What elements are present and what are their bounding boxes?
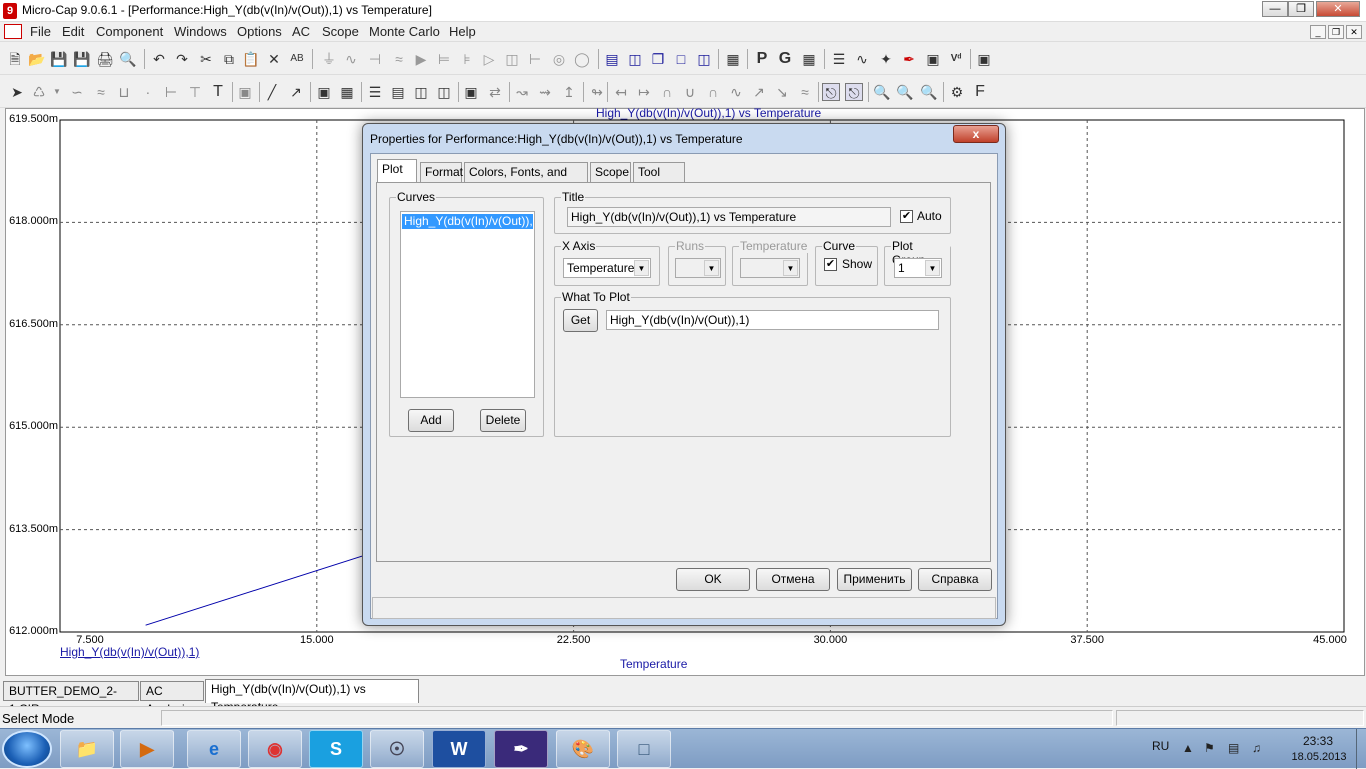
properties-dialog: Properties for Performance:High_Y(db(v(I… [362, 123, 1006, 626]
x-tick-label: 15.000 [299, 634, 334, 646]
status-field [161, 710, 1113, 726]
x-tick-label: 37.500 [1070, 634, 1105, 646]
ok-button[interactable]: OK [676, 568, 750, 591]
show-desktop-button[interactable] [1356, 729, 1366, 769]
x-axis-group-label: X Axis [561, 239, 597, 253]
start-button[interactable] [2, 730, 52, 768]
cancel-button[interactable]: Отмена [756, 568, 830, 591]
curves-group: Curves High_Y(db(v(In)/v(Out)),1) Add De… [389, 190, 544, 437]
curve-legend[interactable]: High_Y(db(v(In)/v(Out)),1) [60, 645, 199, 659]
notes-icon[interactable]: □ [617, 730, 671, 768]
document-tabs: BUTTER_DEMO_2-1.CIR AC Analysis High_Y(d… [0, 678, 1366, 716]
chevron-down-icon[interactable]: ▼ [925, 260, 940, 276]
get-button[interactable]: Get [563, 309, 598, 332]
show-checkbox[interactable]: ✔ [824, 258, 837, 271]
tab-scope[interactable]: Scope [590, 162, 631, 182]
check-icon: ✔ [825, 258, 836, 270]
volume-icon[interactable]: ♫ [1252, 741, 1261, 755]
internet-explorer-icon[interactable]: e [187, 730, 241, 768]
chrome-icon[interactable]: ◉ [248, 730, 302, 768]
x-axis-group: X Axis Temperature ▼ [554, 239, 660, 286]
status-text: Select Mode [2, 711, 75, 726]
tab-circuit[interactable]: BUTTER_DEMO_2-1.CIR [3, 681, 139, 716]
what-to-plot-group: What To Plot Get High_Y(db(v(In)/v(Out))… [554, 290, 951, 437]
auto-label: Auto [917, 209, 942, 223]
plot-tab-panel: Curves High_Y(db(v(In)/v(Out)),1) Add De… [376, 182, 991, 562]
curve-group-label: Curve [822, 239, 857, 253]
explorer-icon[interactable]: 📁 [60, 730, 114, 768]
y-tick-label: 616.500m [9, 317, 58, 330]
y-tick-label: 618.000m [9, 215, 58, 228]
dialog-title: Properties for Performance:High_Y(db(v(I… [370, 132, 743, 146]
tab-format[interactable]: Format [420, 162, 463, 182]
x-axis-title: Temperature [620, 657, 688, 671]
paint-icon[interactable]: 🎨 [556, 730, 610, 768]
network-icon[interactable]: ▤ [1228, 741, 1239, 755]
show-hidden-icons-icon[interactable]: ▲ [1182, 741, 1194, 755]
chevron-down-icon: ▼ [704, 260, 719, 276]
utility-icon[interactable]: ☉ [370, 730, 424, 768]
x-tick-label: 30.000 [813, 634, 848, 646]
title-field[interactable]: High_Y(db(v(In)/v(Out)),1) vs Temperatur… [567, 207, 891, 227]
dialog-body: Plot Format Colors, Fonts, and Lines Sco… [370, 153, 998, 619]
x-tick-label: 22.500 [556, 634, 591, 646]
x-axis-select-value: Temperature [567, 261, 635, 275]
language-indicator[interactable]: RU [1152, 739, 1169, 753]
add-button[interactable]: Add [408, 409, 454, 432]
microcap-taskbar-icon[interactable]: ✒ [494, 730, 548, 768]
word-icon[interactable]: W [432, 730, 486, 768]
y-tick-label: 619.500m [9, 113, 58, 125]
apply-button[interactable]: Применить [837, 568, 912, 591]
expression-field[interactable]: High_Y(db(v(In)/v(Out)),1) [606, 310, 939, 330]
curve-list-item[interactable]: High_Y(db(v(In)/v(Out)),1) [402, 214, 533, 229]
status-bar: Select Mode [0, 706, 1366, 728]
x-axis-select[interactable]: Temperature ▼ [563, 258, 651, 278]
dialog-close-button[interactable]: x [953, 125, 999, 143]
runs-group: Runs ▼ [668, 239, 726, 286]
flag-icon[interactable]: ⚑ [1204, 741, 1215, 755]
status-field [1116, 710, 1364, 726]
tab-plot[interactable]: Plot [377, 159, 417, 183]
auto-checkbox[interactable]: ✔ [900, 210, 913, 223]
plot-group-group: Plot Group 1 ▼ [884, 239, 951, 286]
title-group-label: Title [561, 190, 586, 204]
chevron-down-icon[interactable]: ▼ [634, 260, 649, 276]
show-label: Show [842, 257, 873, 271]
what-to-plot-label: What To Plot [561, 290, 631, 304]
plot-group-value: 1 [898, 261, 905, 275]
temperature-group-label: Temperature [739, 239, 809, 253]
tab-tool-bar[interactable]: Tool Bar [633, 162, 685, 197]
curves-list[interactable]: High_Y(db(v(In)/v(Out)),1) [400, 211, 535, 398]
skype-icon[interactable]: S [309, 730, 363, 768]
media-player-icon[interactable]: ▶ [120, 730, 174, 768]
temperature-select: ▼ [740, 258, 800, 278]
runs-select: ▼ [675, 258, 721, 278]
curve-group: Curve ✔ Show [815, 239, 878, 286]
delete-button[interactable]: Delete [480, 409, 526, 432]
taskbar: 📁 ▶ e ◉ S ☉ W ✒ 🎨 □ RU ▲ ⚑ ▤ ♫ 23:33 18.… [0, 728, 1366, 769]
check-icon: ✔ [901, 210, 912, 222]
tab-colors-fonts-lines[interactable]: Colors, Fonts, and Lines [464, 162, 588, 197]
help-button[interactable]: Справка [918, 568, 992, 591]
y-tick-label: 612.000m [9, 625, 58, 637]
tab-ac-analysis[interactable]: AC Analysis [140, 681, 204, 716]
plot-group-select[interactable]: 1 ▼ [894, 258, 942, 278]
temperature-group: Temperature ▼ [732, 239, 809, 286]
chevron-down-icon: ▼ [783, 260, 798, 276]
x-tick-label: 45.000 [1313, 634, 1347, 646]
title-group: Title High_Y(db(v(In)/v(Out)),1) vs Temp… [554, 190, 951, 234]
runs-group-label: Runs [675, 239, 706, 253]
clock-time[interactable]: 23:33 [1298, 734, 1338, 748]
y-tick-label: 613.500m [9, 522, 58, 535]
curves-group-label: Curves [396, 190, 437, 204]
clock-date[interactable]: 18.05.2013 [1284, 751, 1354, 763]
dialog-status-area [372, 597, 996, 619]
y-tick-label: 615.000m [9, 420, 58, 433]
tab-performance-plot[interactable]: High_Y(db(v(In)/v(Out)),1) vs Temperatur… [205, 679, 419, 714]
